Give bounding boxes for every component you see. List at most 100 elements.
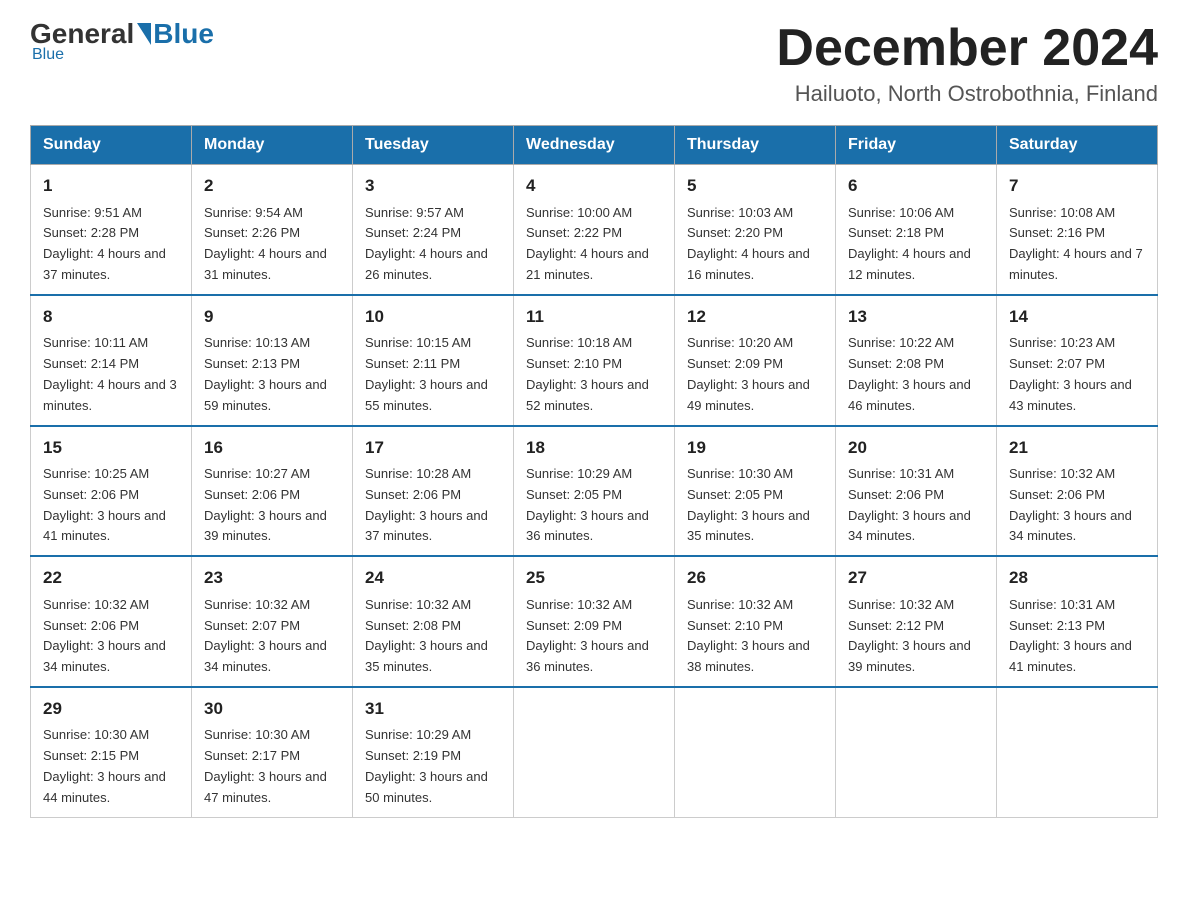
day-number: 29 <box>43 696 179 722</box>
day-info: Sunrise: 10:25 AMSunset: 2:06 PMDaylight… <box>43 466 166 543</box>
calendar-cell: 3 Sunrise: 9:57 AMSunset: 2:24 PMDayligh… <box>353 165 514 295</box>
day-number: 3 <box>365 173 501 199</box>
day-number: 2 <box>204 173 340 199</box>
calendar-week-row: 8 Sunrise: 10:11 AMSunset: 2:14 PMDaylig… <box>31 295 1158 426</box>
day-number: 16 <box>204 435 340 461</box>
header-tuesday: Tuesday <box>353 126 514 165</box>
calendar-cell: 5 Sunrise: 10:03 AMSunset: 2:20 PMDaylig… <box>675 165 836 295</box>
calendar-cell: 19 Sunrise: 10:30 AMSunset: 2:05 PMDayli… <box>675 426 836 557</box>
calendar-cell: 7 Sunrise: 10:08 AMSunset: 2:16 PMDaylig… <box>997 165 1158 295</box>
calendar-cell: 12 Sunrise: 10:20 AMSunset: 2:09 PMDayli… <box>675 295 836 426</box>
calendar-cell: 10 Sunrise: 10:15 AMSunset: 2:11 PMDayli… <box>353 295 514 426</box>
day-info: Sunrise: 10:11 AMSunset: 2:14 PMDaylight… <box>43 335 177 412</box>
calendar-cell: 31 Sunrise: 10:29 AMSunset: 2:19 PMDayli… <box>353 687 514 817</box>
day-info: Sunrise: 10:30 AMSunset: 2:05 PMDaylight… <box>687 466 810 543</box>
month-title: December 2024 <box>776 20 1158 77</box>
day-number: 1 <box>43 173 179 199</box>
day-info: Sunrise: 10:27 AMSunset: 2:06 PMDaylight… <box>204 466 327 543</box>
calendar-cell: 1 Sunrise: 9:51 AMSunset: 2:28 PMDayligh… <box>31 165 192 295</box>
calendar-cell: 27 Sunrise: 10:32 AMSunset: 2:12 PMDayli… <box>836 556 997 687</box>
day-number: 9 <box>204 304 340 330</box>
calendar-cell: 30 Sunrise: 10:30 AMSunset: 2:17 PMDayli… <box>192 687 353 817</box>
day-info: Sunrise: 10:06 AMSunset: 2:18 PMDaylight… <box>848 205 971 282</box>
calendar-cell: 13 Sunrise: 10:22 AMSunset: 2:08 PMDayli… <box>836 295 997 426</box>
calendar-week-row: 15 Sunrise: 10:25 AMSunset: 2:06 PMDayli… <box>31 426 1158 557</box>
day-number: 13 <box>848 304 984 330</box>
day-info: Sunrise: 10:32 AMSunset: 2:10 PMDaylight… <box>687 597 810 674</box>
calendar-cell: 24 Sunrise: 10:32 AMSunset: 2:08 PMDayli… <box>353 556 514 687</box>
calendar-week-row: 29 Sunrise: 10:30 AMSunset: 2:15 PMDayli… <box>31 687 1158 817</box>
calendar-header-row: SundayMondayTuesdayWednesdayThursdayFrid… <box>31 126 1158 165</box>
calendar-cell: 17 Sunrise: 10:28 AMSunset: 2:06 PMDayli… <box>353 426 514 557</box>
day-info: Sunrise: 10:03 AMSunset: 2:20 PMDaylight… <box>687 205 810 282</box>
logo-blue-part: Blue <box>134 20 214 48</box>
day-info: Sunrise: 10:32 AMSunset: 2:12 PMDaylight… <box>848 597 971 674</box>
calendar-cell: 22 Sunrise: 10:32 AMSunset: 2:06 PMDayli… <box>31 556 192 687</box>
header-saturday: Saturday <box>997 126 1158 165</box>
calendar-cell: 25 Sunrise: 10:32 AMSunset: 2:09 PMDayli… <box>514 556 675 687</box>
calendar-cell: 11 Sunrise: 10:18 AMSunset: 2:10 PMDayli… <box>514 295 675 426</box>
logo-general-text: General <box>30 20 134 48</box>
day-number: 31 <box>365 696 501 722</box>
calendar-cell: 6 Sunrise: 10:06 AMSunset: 2:18 PMDaylig… <box>836 165 997 295</box>
calendar-cell: 26 Sunrise: 10:32 AMSunset: 2:10 PMDayli… <box>675 556 836 687</box>
calendar-cell <box>675 687 836 817</box>
day-number: 11 <box>526 304 662 330</box>
day-info: Sunrise: 10:31 AMSunset: 2:06 PMDaylight… <box>848 466 971 543</box>
day-number: 19 <box>687 435 823 461</box>
day-info: Sunrise: 10:32 AMSunset: 2:09 PMDaylight… <box>526 597 649 674</box>
calendar-cell: 20 Sunrise: 10:31 AMSunset: 2:06 PMDayli… <box>836 426 997 557</box>
day-number: 4 <box>526 173 662 199</box>
day-info: Sunrise: 10:13 AMSunset: 2:13 PMDaylight… <box>204 335 327 412</box>
location-title: Hailuoto, North Ostrobothnia, Finland <box>776 81 1158 107</box>
day-info: Sunrise: 10:22 AMSunset: 2:08 PMDaylight… <box>848 335 971 412</box>
day-info: Sunrise: 9:54 AMSunset: 2:26 PMDaylight:… <box>204 205 327 282</box>
calendar-cell: 2 Sunrise: 9:54 AMSunset: 2:26 PMDayligh… <box>192 165 353 295</box>
day-number: 30 <box>204 696 340 722</box>
day-number: 28 <box>1009 565 1145 591</box>
day-info: Sunrise: 10:28 AMSunset: 2:06 PMDaylight… <box>365 466 488 543</box>
calendar-cell: 14 Sunrise: 10:23 AMSunset: 2:07 PMDayli… <box>997 295 1158 426</box>
calendar-week-row: 1 Sunrise: 9:51 AMSunset: 2:28 PMDayligh… <box>31 165 1158 295</box>
day-number: 8 <box>43 304 179 330</box>
calendar-cell: 8 Sunrise: 10:11 AMSunset: 2:14 PMDaylig… <box>31 295 192 426</box>
day-info: Sunrise: 10:32 AMSunset: 2:06 PMDaylight… <box>43 597 166 674</box>
day-info: Sunrise: 10:15 AMSunset: 2:11 PMDaylight… <box>365 335 488 412</box>
day-info: Sunrise: 10:32 AMSunset: 2:07 PMDaylight… <box>204 597 327 674</box>
day-number: 17 <box>365 435 501 461</box>
calendar-cell <box>514 687 675 817</box>
calendar-cell: 21 Sunrise: 10:32 AMSunset: 2:06 PMDayli… <box>997 426 1158 557</box>
calendar-week-row: 22 Sunrise: 10:32 AMSunset: 2:06 PMDayli… <box>31 556 1158 687</box>
day-info: Sunrise: 10:20 AMSunset: 2:09 PMDaylight… <box>687 335 810 412</box>
header-thursday: Thursday <box>675 126 836 165</box>
header-monday: Monday <box>192 126 353 165</box>
day-number: 20 <box>848 435 984 461</box>
calendar-table: SundayMondayTuesdayWednesdayThursdayFrid… <box>30 125 1158 817</box>
day-number: 22 <box>43 565 179 591</box>
day-number: 27 <box>848 565 984 591</box>
day-info: Sunrise: 10:29 AMSunset: 2:05 PMDaylight… <box>526 466 649 543</box>
day-number: 21 <box>1009 435 1145 461</box>
calendar-cell: 29 Sunrise: 10:30 AMSunset: 2:15 PMDayli… <box>31 687 192 817</box>
title-area: December 2024 Hailuoto, North Ostrobothn… <box>776 20 1158 107</box>
calendar-cell <box>997 687 1158 817</box>
day-info: Sunrise: 10:30 AMSunset: 2:17 PMDaylight… <box>204 727 327 804</box>
logo-blue-text: Blue <box>153 20 214 48</box>
day-info: Sunrise: 10:29 AMSunset: 2:19 PMDaylight… <box>365 727 488 804</box>
day-info: Sunrise: 10:23 AMSunset: 2:07 PMDaylight… <box>1009 335 1132 412</box>
logo-area: General Blue Blue <box>30 20 214 64</box>
logo-underline-text: Blue <box>32 46 64 64</box>
day-number: 15 <box>43 435 179 461</box>
day-number: 18 <box>526 435 662 461</box>
day-info: Sunrise: 10:32 AMSunset: 2:08 PMDaylight… <box>365 597 488 674</box>
day-number: 5 <box>687 173 823 199</box>
header-sunday: Sunday <box>31 126 192 165</box>
day-number: 24 <box>365 565 501 591</box>
logo: General Blue <box>30 20 214 48</box>
day-info: Sunrise: 10:18 AMSunset: 2:10 PMDaylight… <box>526 335 649 412</box>
day-number: 14 <box>1009 304 1145 330</box>
day-number: 26 <box>687 565 823 591</box>
header-wednesday: Wednesday <box>514 126 675 165</box>
day-info: Sunrise: 9:51 AMSunset: 2:28 PMDaylight:… <box>43 205 166 282</box>
day-info: Sunrise: 10:30 AMSunset: 2:15 PMDaylight… <box>43 727 166 804</box>
